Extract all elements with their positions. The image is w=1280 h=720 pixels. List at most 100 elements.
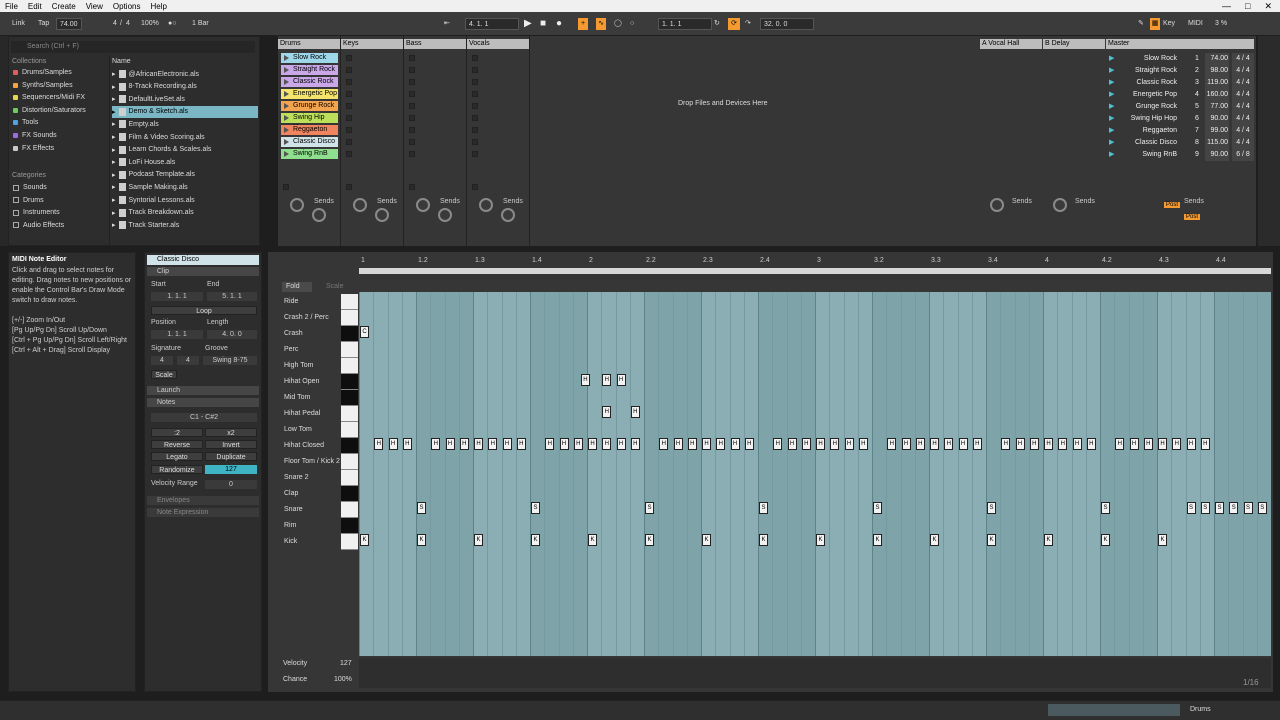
expand-chevron-icon[interactable]: ▸ <box>112 120 116 128</box>
collection-item[interactable]: FX Effects <box>13 143 54 154</box>
send-knob-b[interactable] <box>312 208 326 222</box>
scale-button[interactable]: Scale <box>151 370 177 379</box>
expand-chevron-icon[interactable]: ▸ <box>112 196 116 204</box>
overview-scroll[interactable] <box>1048 704 1180 716</box>
velocity-value[interactable]: 127 <box>340 660 352 667</box>
scene-launch-icon[interactable]: ▶ <box>1109 125 1114 137</box>
scene-tempo[interactable]: 160.00 <box>1205 89 1229 101</box>
length-field[interactable]: 4. 0. 0 <box>207 330 257 339</box>
follow-icon[interactable]: ⇤ <box>444 18 450 30</box>
empty-clip-slot[interactable] <box>346 127 352 133</box>
record-icon[interactable]: ● <box>556 18 562 30</box>
piano-key[interactable] <box>341 406 358 422</box>
drum-note[interactable]: S <box>1215 502 1224 514</box>
sig-num[interactable]: 4 <box>113 18 117 30</box>
empty-clip-slot[interactable] <box>346 91 352 97</box>
drum-note[interactable]: H <box>588 438 597 450</box>
empty-clip-slot[interactable] <box>472 103 478 109</box>
menu-file[interactable]: File <box>0 2 23 11</box>
category-item[interactable]: Audio Effects <box>13 220 64 231</box>
piano-key[interactable] <box>341 326 358 342</box>
drum-note[interactable]: K <box>873 534 882 546</box>
drum-note[interactable]: K <box>930 534 939 546</box>
drum-note[interactable]: H <box>1086 438 1096 450</box>
time-ruler[interactable]: 1 1.2 1.3 1.4 2 2.2 2.3 2.4 3 3.2 3.3 3.4 4 4.2 4.3 4.4 <box>359 257 1271 267</box>
category-item[interactable]: Instruments <box>13 207 60 218</box>
drum-note[interactable]: H <box>1158 438 1167 450</box>
velocity-chance-strip[interactable] <box>359 658 1271 688</box>
automation-arm-icon[interactable]: ∿ <box>596 18 606 30</box>
file-item[interactable]: ▸ Track Breakdown.als <box>112 207 258 219</box>
menu-options[interactable]: Options <box>108 2 146 11</box>
start-field[interactable]: 1. 1. 1 <box>151 292 203 301</box>
piano-key[interactable] <box>341 422 358 438</box>
drum-note[interactable]: H <box>1143 438 1153 450</box>
scene-signature[interactable]: 4 / 4 <box>1232 101 1254 113</box>
return-track-b[interactable]: B Delay <box>1043 39 1105 49</box>
file-item[interactable]: ▸ Syntorial Lessons.als <box>112 194 258 206</box>
overdub-icon[interactable]: + <box>578 18 588 30</box>
menu-edit[interactable]: Edit <box>23 2 47 11</box>
drum-note[interactable]: H <box>887 438 897 450</box>
drum-note[interactable]: S <box>987 502 996 514</box>
empty-clip-slot[interactable] <box>472 127 478 133</box>
empty-clip-slot[interactable] <box>346 139 352 145</box>
file-item[interactable]: ▸ DefaultLiveSet.als <box>112 93 258 105</box>
drum-note[interactable]: H <box>659 438 669 450</box>
scene-tempo[interactable]: 77.00 <box>1205 101 1229 113</box>
expand-chevron-icon[interactable]: ▸ <box>112 158 116 166</box>
invert-button[interactable]: Invert <box>205 440 257 449</box>
drum-note[interactable]: H <box>616 438 626 450</box>
legato-button[interactable]: Legato <box>151 452 203 461</box>
drum-note[interactable]: H <box>901 438 911 450</box>
empty-clip-slot[interactable] <box>409 115 415 121</box>
piano-key[interactable] <box>341 502 358 518</box>
send-knob-a[interactable] <box>353 198 367 212</box>
drum-note[interactable]: H <box>1015 438 1025 450</box>
drum-note[interactable]: H <box>915 438 925 450</box>
scene-signature[interactable]: 6 / 8 <box>1232 149 1254 161</box>
fold-button[interactable]: Fold <box>282 282 312 292</box>
empty-clip-slot[interactable] <box>472 55 478 61</box>
track-header[interactable]: Keys <box>341 39 403 49</box>
minimize-icon[interactable]: — <box>1222 1 1231 11</box>
return-track-a[interactable]: A Vocal Hall <box>980 39 1042 49</box>
halve-button[interactable]: :2 <box>151 428 203 437</box>
clip-slot[interactable]: Swing RnB <box>281 149 338 159</box>
master-track[interactable]: Master <box>1106 39 1254 49</box>
drum-note[interactable]: K <box>1158 534 1167 546</box>
collection-item[interactable]: FX Sounds <box>13 130 57 141</box>
clip-name[interactable]: Classic Disco <box>147 255 259 265</box>
scene-signature[interactable]: 4 / 4 <box>1232 65 1254 77</box>
drum-note[interactable]: H <box>744 438 754 450</box>
reverse-button[interactable]: Reverse <box>151 440 203 449</box>
drum-note[interactable]: H <box>488 438 498 450</box>
file-item[interactable]: ▸ Empty.als <box>112 118 258 130</box>
link-button[interactable]: Link <box>12 18 25 30</box>
send-knob-b[interactable] <box>501 208 515 222</box>
expand-chevron-icon[interactable]: ▸ <box>112 70 116 78</box>
drum-note[interactable]: H <box>616 374 626 386</box>
sig-den-field[interactable]: 4 <box>177 356 199 365</box>
drum-note[interactable]: H <box>844 438 854 450</box>
drum-note[interactable]: H <box>602 374 612 386</box>
drum-note[interactable]: S <box>1186 502 1196 514</box>
track-header[interactable]: Drums <box>278 39 340 49</box>
piano-key[interactable] <box>341 534 358 550</box>
drum-note[interactable]: K <box>1044 534 1053 546</box>
send-knob-return-a[interactable] <box>990 198 1004 212</box>
launch-section-header[interactable]: Launch <box>147 386 259 395</box>
drum-note[interactable]: H <box>1129 438 1139 450</box>
drum-note[interactable]: H <box>930 438 939 450</box>
clip-slot[interactable]: Grunge Rock <box>281 101 338 111</box>
drop-area[interactable]: Drop Files and Devices Here <box>678 100 767 107</box>
file-item[interactable]: ▸ 8-Track Recording.als <box>112 81 258 93</box>
piano-key[interactable] <box>341 438 358 454</box>
empty-clip-slot[interactable] <box>472 151 478 157</box>
drum-note[interactable]: H <box>730 438 740 450</box>
collection-item[interactable]: Sequencers/Midi FX <box>13 92 85 103</box>
empty-clip-slot[interactable] <box>409 67 415 73</box>
scene-row[interactable]: ▶ Classic Disco 8 115.00 4 / 4 <box>1107 137 1255 149</box>
expand-chevron-icon[interactable]: ▸ <box>112 146 116 154</box>
note-range-field[interactable]: C1 - C#2 <box>151 413 257 422</box>
